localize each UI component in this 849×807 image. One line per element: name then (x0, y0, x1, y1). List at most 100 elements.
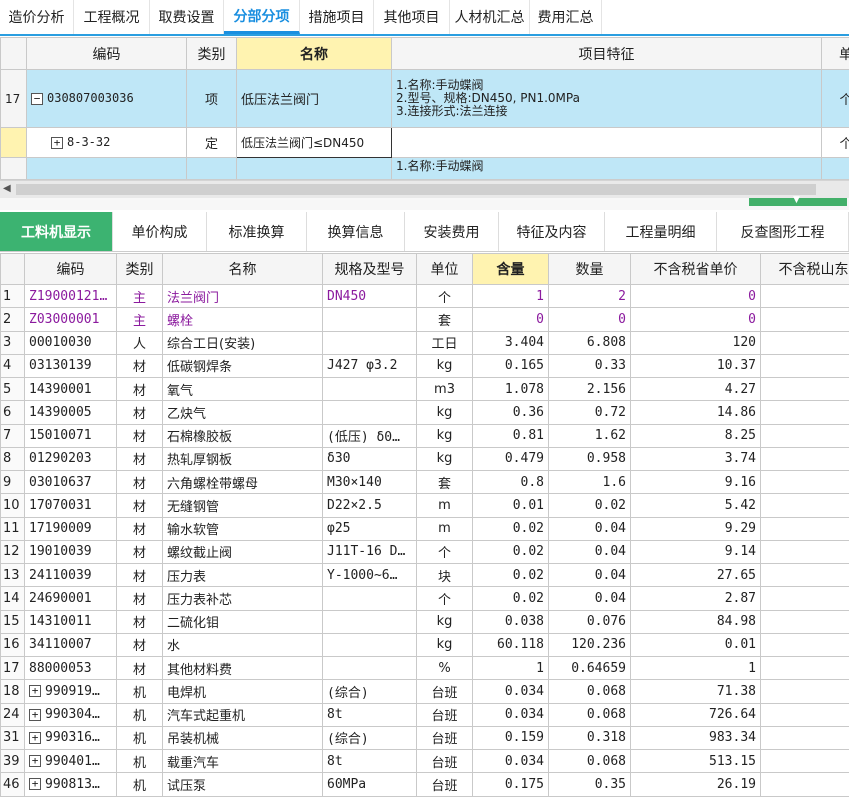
resource-row[interactable]: 903010637材六角螺栓带螺母M30×140套0.81.69.169 (0, 469, 849, 495)
item-name[interactable]: 低压法兰阀门 (236, 69, 392, 128)
item-feature[interactable]: 1.名称:手动蝶阀 (391, 157, 822, 179)
resource-content[interactable]: 60.118 (472, 632, 549, 658)
resource-name[interactable]: 乙炔气 (162, 400, 323, 425)
resource-unit[interactable]: 台班 (416, 772, 473, 797)
tab-0[interactable]: 造价分析 (0, 0, 74, 34)
resource-code[interactable]: 24690001 (24, 586, 117, 611)
resource-unit[interactable]: m3 (416, 376, 473, 402)
column-header-spec[interactable]: 规格及型号 (322, 253, 417, 285)
resource-name[interactable]: 输水软管 (162, 516, 323, 541)
resource-price[interactable]: 1 (630, 655, 761, 681)
resource-price[interactable]: 3.74 (630, 446, 761, 472)
item-name[interactable] (236, 157, 392, 179)
resource-row[interactable]: 1324110039材压力表Y-1000~6…块0.020.0427.652 (0, 562, 849, 588)
scroll-left-icon[interactable]: ◀ (3, 183, 11, 194)
resource-code[interactable]: 14390001 (24, 376, 117, 402)
resource-price-shandong[interactable]: 9 (760, 469, 849, 495)
resource-quantity[interactable]: 0.04 (548, 586, 631, 611)
resource-type[interactable]: 材 (116, 562, 163, 588)
resource-spec[interactable]: J427 φ3.2 (322, 353, 417, 379)
resource-name[interactable]: 二硫化钼 (162, 609, 323, 634)
resource-row[interactable]: 3 00010030 人综合工日(安装) 工日 3.404 6.808 120 (0, 330, 849, 355)
resource-price[interactable]: 71.38 (630, 679, 761, 704)
resource-quantity[interactable]: 0.04 (548, 562, 631, 588)
resource-unit[interactable]: 个 (416, 586, 473, 611)
resource-quantity[interactable]: 0 (548, 307, 631, 332)
resource-type[interactable]: 机 (116, 725, 163, 751)
resource-code[interactable]: 17190009 (24, 516, 117, 541)
resource-spec[interactable]: (综合) (322, 679, 417, 704)
resource-code[interactable]: 01290203 (24, 446, 117, 472)
resource-spec[interactable]: 8t (322, 702, 417, 727)
resource-type[interactable]: 材 (116, 655, 163, 681)
resource-spec[interactable]: Y-1000~6… (322, 562, 417, 588)
resource-type[interactable]: 机 (116, 748, 163, 774)
resource-type[interactable]: 材 (116, 446, 163, 472)
resource-content[interactable]: 0.81 (472, 423, 549, 448)
resource-price[interactable]: 5.42 (630, 493, 761, 518)
resource-price-shandong[interactable]: 0 (760, 632, 849, 658)
collapse-icon[interactable]: − (31, 92, 43, 105)
resource-code[interactable]: +990813… (24, 772, 117, 797)
resource-price-shandong[interactable]: 26 (760, 772, 849, 797)
expand-icon[interactable]: + (29, 755, 41, 768)
resource-price[interactable]: 9.14 (630, 539, 761, 565)
resource-quantity[interactable]: 0.068 (548, 702, 631, 727)
resource-price-shandong[interactable]: 5 (760, 493, 849, 518)
splitter-grip[interactable]: ▼ (749, 195, 847, 206)
horizontal-scrollbar[interactable]: ◀ (0, 180, 849, 198)
resource-type[interactable]: 材 (116, 469, 163, 495)
resource-name[interactable]: 电焊机 (162, 679, 323, 704)
resource-row[interactable]: 715010071材石棉橡胶板(低压) δ0…kg0.811.628.258 (0, 423, 849, 448)
resource-content[interactable]: 0.01 (472, 493, 549, 518)
resource-row[interactable]: 614390005材乙炔气 kg0.360.7214.8614 (0, 400, 849, 425)
resource-name[interactable]: 低碳钢焊条 (162, 353, 323, 379)
resource-content[interactable]: 0.034 (472, 679, 549, 704)
resource-code[interactable]: 88000053 (24, 655, 117, 681)
resource-spec[interactable] (322, 609, 417, 634)
quota-unit[interactable]: 个 (821, 127, 849, 158)
resource-content[interactable]: 0.02 (472, 586, 549, 611)
resource-row[interactable]: 31+990316…机吊装机械(综合)台班0.1590.318983.34983 (0, 725, 849, 751)
resource-name[interactable]: 六角螺栓带螺母 (162, 469, 323, 495)
resource-price[interactable]: 84.98 (630, 609, 761, 634)
resource-price-shandong[interactable]: 4 (760, 376, 849, 402)
resource-type[interactable]: 材 (116, 423, 163, 448)
resource-type[interactable]: 主 (116, 307, 163, 332)
resource-type[interactable]: 机 (116, 772, 163, 797)
resource-code[interactable]: 03010637 (24, 469, 117, 495)
resource-quantity[interactable]: 0.958 (548, 446, 631, 472)
expand-icon[interactable]: + (29, 708, 41, 721)
column-header-price[interactable]: 不含税省单价 (630, 253, 761, 285)
resource-content[interactable]: 0.02 (472, 539, 549, 565)
resource-row[interactable]: 1017070031材无缝钢管D22×2.5m0.010.025.425 (0, 493, 849, 518)
resource-code[interactable]: 19010039 (24, 539, 117, 565)
resource-price[interactable]: 0 (630, 307, 761, 332)
resource-quantity[interactable]: 1.6 (548, 469, 631, 495)
pane-splitter[interactable]: ▼ (0, 195, 849, 210)
resource-price[interactable]: 9.16 (630, 469, 761, 495)
resource-unit[interactable]: m (416, 493, 473, 518)
resource-spec[interactable] (322, 586, 417, 611)
detail-tab-1[interactable]: 单价构成 (113, 212, 207, 251)
resource-name[interactable]: 压力表 (162, 562, 323, 588)
resource-price[interactable]: 8.25 (630, 423, 761, 448)
resource-price-shandong[interactable]: 3 (760, 446, 849, 472)
resource-content[interactable]: 0.36 (472, 400, 549, 425)
resource-quantity[interactable]: 0.318 (548, 725, 631, 751)
resource-row[interactable]: 18+990919…机电焊机(综合)台班0.0340.06871.387 (0, 679, 849, 704)
resource-row[interactable]: 1 Z19000121… 主法兰阀门 DN450 个 1 2 0 (0, 283, 849, 309)
resource-row[interactable]: 1219010039材螺纹截止阀J11T-16 D…个0.020.049.149 (0, 539, 849, 565)
resource-quantity[interactable]: 0.068 (548, 679, 631, 704)
resource-content[interactable]: 3.404 (472, 330, 549, 355)
resource-quantity[interactable]: 2 (548, 283, 631, 309)
resource-unit[interactable]: 块 (416, 562, 473, 588)
resource-name[interactable]: 试压泵 (162, 772, 323, 797)
resource-row[interactable]: 514390001材氧气 m31.0782.1564.274 (0, 376, 849, 402)
resource-price-shandong[interactable]: 2 (760, 562, 849, 588)
resource-code[interactable]: 00010030 (24, 330, 117, 355)
resource-unit[interactable]: 个 (416, 283, 473, 309)
resource-unit[interactable]: 套 (416, 307, 473, 332)
resource-type[interactable]: 机 (116, 702, 163, 727)
resource-type[interactable]: 主 (116, 283, 163, 309)
